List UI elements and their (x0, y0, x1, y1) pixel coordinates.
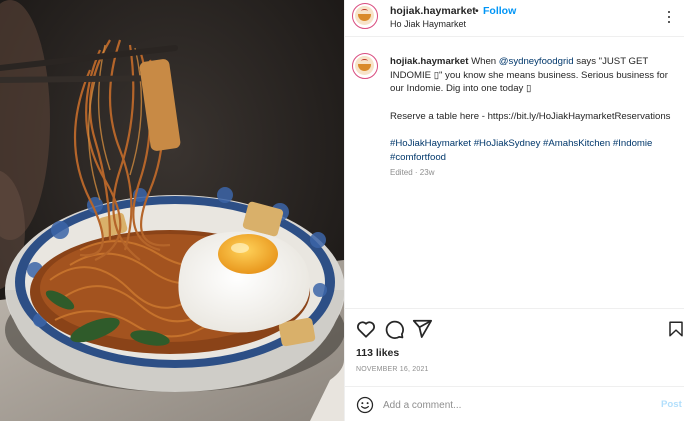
logo-steam (361, 9, 368, 13)
edited-timestamp: Edited · 23w (390, 168, 435, 177)
heart-icon[interactable] (355, 318, 377, 340)
post-details-panel: hojiak.haymarket • Follow Ho Jiak Haymar… (344, 0, 684, 421)
post-username[interactable]: hojiak.haymarket (390, 5, 476, 17)
like-count[interactable]: 113 likes (356, 347, 399, 359)
more-dot (668, 21, 671, 24)
post-location[interactable]: Ho Jiak Haymarket (390, 19, 466, 29)
bookmark-icon[interactable] (667, 319, 684, 339)
more-options-icon[interactable] (661, 9, 677, 25)
profile-avatar[interactable] (352, 3, 378, 29)
emoji-icon[interactable] (356, 396, 374, 414)
more-dot (668, 11, 671, 14)
caption-before-mention: When (471, 56, 497, 67)
reserve-line: Reserve a table here - https://bit.ly/Ho… (390, 110, 671, 122)
caption-username[interactable]: hojiak.haymarket (390, 56, 468, 67)
caption-section: hojiak.haymarket When @sydneyfoodgrid sa… (345, 47, 684, 309)
comment-input[interactable] (383, 396, 633, 414)
separator-dot: • (475, 5, 479, 17)
logo-steam (361, 59, 368, 63)
instagram-post: hojiak.haymarket • Follow Ho Jiak Haymar… (0, 0, 684, 421)
share-icon[interactable] (411, 318, 433, 340)
caption-main: hojiak.haymarket When @sydneyfoodgrid sa… (390, 55, 676, 96)
post-comment-button[interactable]: Post (661, 399, 682, 410)
action-bar (345, 308, 684, 348)
post-image[interactable] (0, 0, 344, 421)
follow-button[interactable]: Follow (483, 5, 516, 17)
caption-avatar[interactable] (352, 53, 378, 79)
more-dot (668, 16, 671, 19)
comment-icon[interactable] (383, 318, 405, 340)
caption-text: hojiak.haymarket When @sydneyfoodgrid sa… (390, 55, 676, 165)
mention-link[interactable]: @sydneyfoodgrid (499, 56, 574, 67)
post-header: hojiak.haymarket • Follow Ho Jiak Haymar… (345, 0, 684, 37)
comment-bar: Post (345, 386, 684, 421)
hashtags[interactable]: #HoJiakHaymarket #HoJiakSydney #AmahsKit… (390, 137, 676, 164)
post-date[interactable]: NOVEMBER 16, 2021 (356, 366, 429, 373)
noodle-bowl-photo (0, 0, 344, 421)
